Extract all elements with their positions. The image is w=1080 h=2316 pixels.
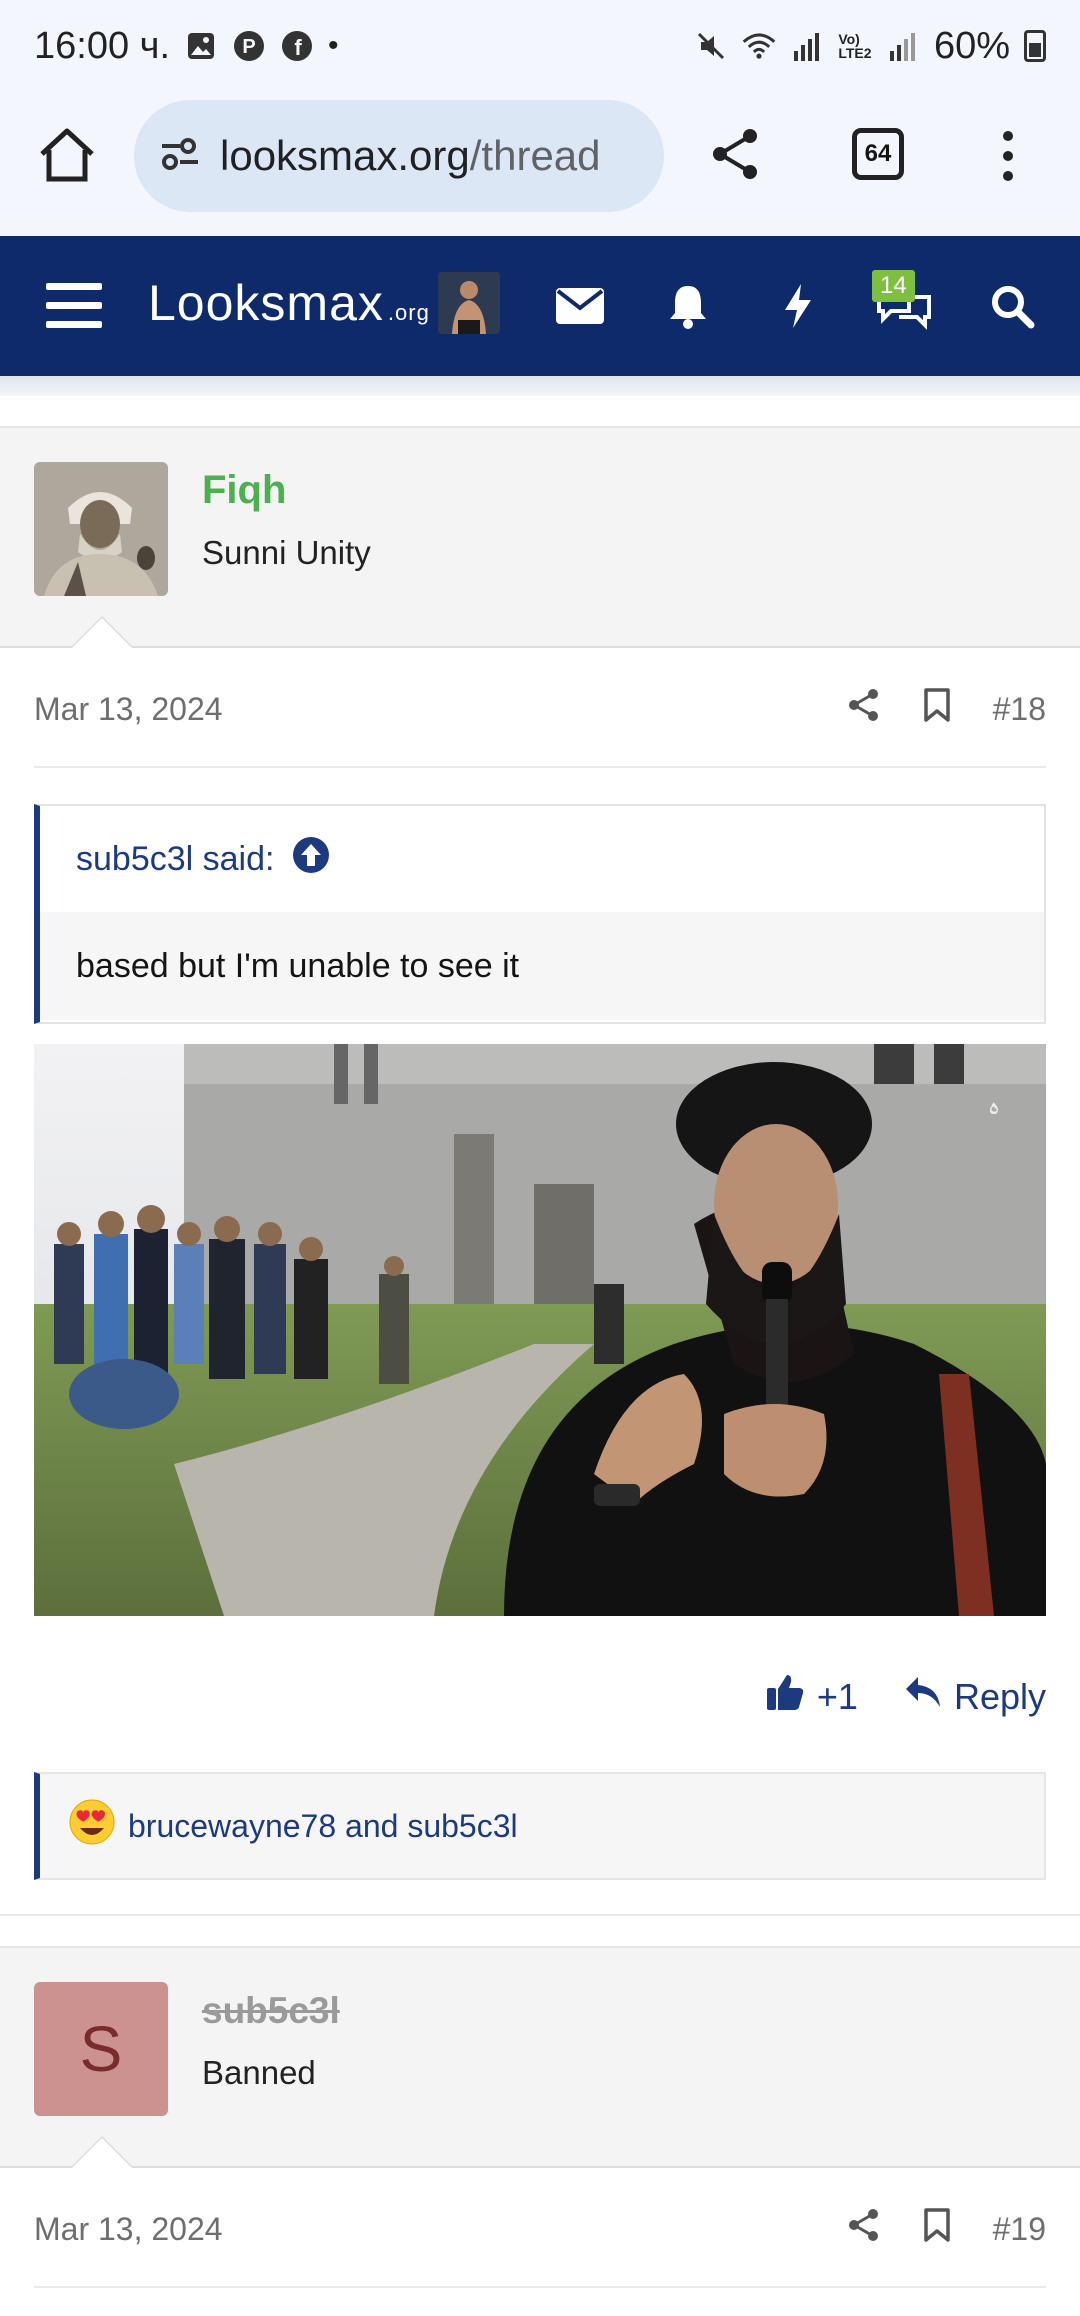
hamburger-menu-icon[interactable] [38,270,110,342]
post-meta-row: Mar 13, 2024 #18 [34,652,1046,768]
reactions-bar[interactable]: brucewayne78 and sub5c3l [34,1772,1046,1880]
post-meta-row: Mar 13, 2024 #19 [34,2172,1046,2288]
share-icon[interactable] [847,687,881,731]
home-icon[interactable] [36,124,98,191]
lightning-icon[interactable] [762,270,834,342]
post-number-link[interactable]: #19 [993,2211,1046,2248]
reactions-users[interactable]: brucewayne78 and sub5c3l [128,1808,518,1845]
thumbs-up-icon [765,1672,805,1721]
site-logo[interactable]: Looksmax .org [148,274,430,332]
gallery-icon [184,29,218,63]
quote-author[interactable]: sub5c3l said: [76,840,274,879]
search-icon[interactable] [976,270,1048,342]
like-button[interactable]: +1 [765,1672,858,1721]
pointer [72,618,132,648]
jump-to-quote-icon[interactable] [292,836,330,883]
svg-text:P: P [242,36,255,58]
quote-header[interactable]: sub5c3l said: [40,806,1044,912]
facebook-icon: f [280,29,314,63]
battery-percent: 60% [933,24,1010,67]
more-notifications-dot: • [328,29,339,62]
signal-icon-2 [886,29,920,63]
avatar[interactable] [34,462,168,596]
logo-suffix: .org [387,300,430,325]
post-user-header: Fiqh Sunni Unity [0,426,1080,648]
clock: 16:00 ч. [34,24,171,67]
post-divider [0,1914,1080,1946]
bell-icon[interactable] [652,270,724,342]
avatar[interactable]: S [34,1982,168,2116]
pinterest-icon: P [232,29,266,63]
mail-icon[interactable] [544,270,616,342]
logo-text: Looksmax [148,275,384,331]
user-title: Banned [202,2054,316,2091]
battery-icon [1024,30,1046,62]
post-image[interactable]: ﮦ [34,1044,1046,1616]
bookmark-icon[interactable] [923,2207,951,2251]
quote-block: sub5c3l said: based but I'm unable to se… [34,804,1046,1024]
address-bar[interactable]: looksmax.org/thread [134,100,664,212]
username[interactable]: Fiqh [202,468,286,513]
pointer [72,2138,132,2168]
url-domain: looksmax.org [220,132,470,179]
status-bar: 16:00 ч. P f • Vo) LTE2 60% [0,0,1080,92]
post-user-header: S sub5c3l Banned [0,1946,1080,2168]
share-icon[interactable] [706,124,766,189]
reply-label: Reply [953,1675,1046,1717]
like-count: +1 [816,1675,858,1717]
url-text: looksmax.org/thread [220,132,601,180]
url-path: /thread [469,132,601,179]
post-number-link[interactable]: #18 [993,691,1046,728]
svg-text:f: f [294,35,302,60]
reply-icon [904,1675,942,1718]
chat-badge: 14 [872,270,915,302]
volte-icon: Vo) LTE2 [838,31,872,61]
bookmark-icon[interactable] [923,687,951,731]
site-navbar: Looksmax .org [0,236,1080,376]
share-icon[interactable] [847,2207,881,2251]
tab-switcher-button[interactable]: 64 [852,128,904,180]
wifi-icon [742,29,776,63]
mute-icon [694,29,728,63]
browser-toolbar: looksmax.org/thread 64 [0,92,1080,236]
post-date[interactable]: Mar 13, 2024 [34,2211,223,2248]
reply-button[interactable]: Reply [904,1675,1046,1718]
post-actions: +1 Reply [765,1672,1046,1721]
browser-menu-icon[interactable] [996,126,1020,191]
watermark: ﮦ [989,1082,1000,1123]
username[interactable]: sub5c3l [202,1990,340,2032]
nav-shadow [0,376,1080,396]
tab-count: 64 [864,140,892,167]
site-settings-icon[interactable] [158,132,202,181]
quote-text: based but I'm unable to see it [40,912,1044,1020]
user-avatar[interactable] [438,272,500,334]
user-title: Sunni Unity [202,534,371,571]
heart-eyes-emoji-icon [68,1798,116,1854]
signal-icon [790,29,824,63]
post-date[interactable]: Mar 13, 2024 [34,691,223,728]
